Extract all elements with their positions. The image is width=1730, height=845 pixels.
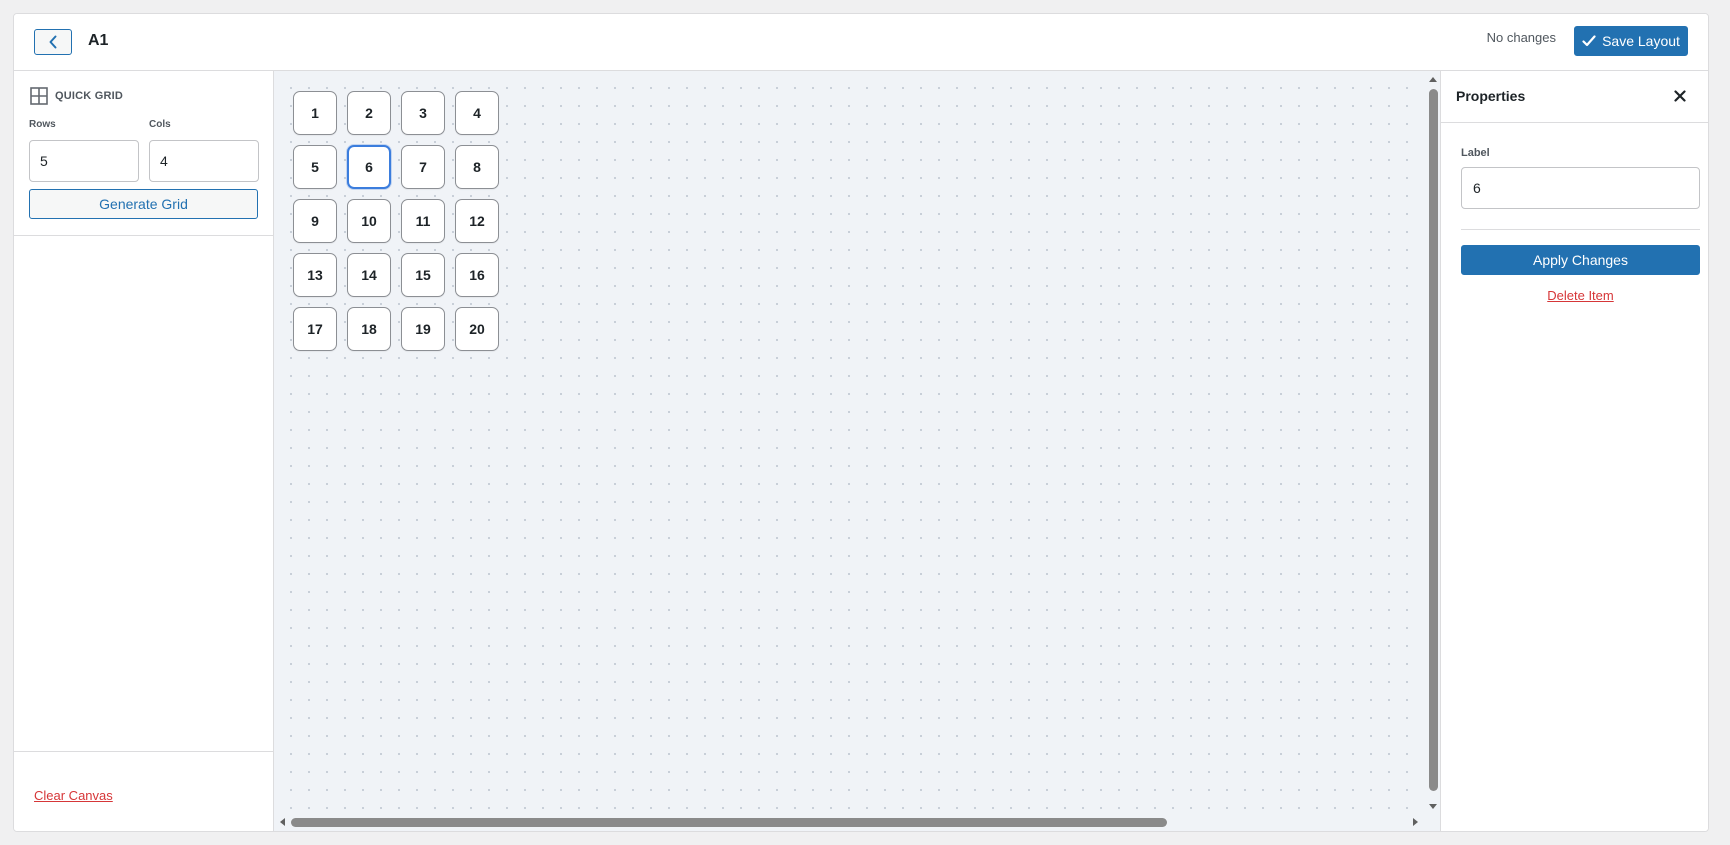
grid-item[interactable]: 18 xyxy=(347,307,391,351)
top-bar: A1 No changes Save Layout xyxy=(14,14,1708,71)
grid-item[interactable]: 3 xyxy=(401,91,445,135)
grid-item[interactable]: 12 xyxy=(455,199,499,243)
close-icon xyxy=(1674,90,1686,102)
grid-icon xyxy=(30,87,48,105)
canvas[interactable]: 1 2 3 4 5 6 7 8 9 10 11 12 13 14 15 16 17 18 19 20 xyxy=(274,71,1424,815)
save-status: No changes xyxy=(1486,30,1556,45)
checkmark-icon xyxy=(1582,35,1596,47)
grid-item[interactable]: 7 xyxy=(401,145,445,189)
label-input[interactable] xyxy=(1461,167,1700,209)
scroll-down-arrow-icon[interactable] xyxy=(1429,804,1437,809)
sidebar-divider xyxy=(14,235,273,236)
horizontal-scrollbar[interactable] xyxy=(274,813,1424,831)
grid-item[interactable]: 2 xyxy=(347,91,391,135)
quick-grid-title: QUICK GRID xyxy=(55,90,123,102)
sidebar-footer: Clear Canvas xyxy=(14,751,273,831)
canvas-viewport: 1 2 3 4 5 6 7 8 9 10 11 12 13 14 15 16 17 18 19 20 xyxy=(274,71,1442,831)
properties-divider xyxy=(1461,229,1700,230)
properties-panel: Properties Label Apply Changes Delete It… xyxy=(1440,71,1708,831)
save-layout-label: Save Layout xyxy=(1602,33,1680,49)
left-sidebar: QUICK GRID Rows Cols Generate Grid Clear… xyxy=(14,71,274,831)
layout-editor: A1 No changes Save Layout QUICK GRID Row… xyxy=(13,13,1709,832)
scroll-right-arrow-icon[interactable] xyxy=(1413,818,1418,826)
grid-item[interactable]: 8 xyxy=(455,145,499,189)
label-caption: Label xyxy=(1461,147,1490,159)
grid-item[interactable]: 17 xyxy=(293,307,337,351)
horizontal-scroll-thumb[interactable] xyxy=(291,818,1167,827)
grid-item[interactable]: 10 xyxy=(347,199,391,243)
grid-item[interactable]: 11 xyxy=(401,199,445,243)
scroll-up-arrow-icon[interactable] xyxy=(1429,77,1437,82)
rows-label: Rows xyxy=(29,119,56,130)
cols-input[interactable] xyxy=(149,140,259,182)
properties-title: Properties xyxy=(1456,88,1526,104)
grid-item[interactable]: 19 xyxy=(401,307,445,351)
close-properties-button[interactable] xyxy=(1670,86,1690,106)
rows-input[interactable] xyxy=(29,140,139,182)
delete-item-label[interactable]: Delete Item xyxy=(1547,288,1613,303)
cols-label: Cols xyxy=(149,119,171,130)
grid-item[interactable]: 5 xyxy=(293,145,337,189)
grid-item[interactable]: 1 xyxy=(293,91,337,135)
grid-item[interactable]: 20 xyxy=(455,307,499,351)
grid-item[interactable]: 6 xyxy=(347,145,391,189)
grid-item[interactable]: 9 xyxy=(293,199,337,243)
clear-canvas-link[interactable]: Clear Canvas xyxy=(34,788,113,803)
grid-items: 1 2 3 4 5 6 7 8 9 10 11 12 13 14 15 16 17 18 19 20 xyxy=(293,91,499,351)
save-layout-button[interactable]: Save Layout xyxy=(1574,26,1688,56)
grid-item[interactable]: 16 xyxy=(455,253,499,297)
grid-item[interactable]: 4 xyxy=(455,91,499,135)
scroll-left-arrow-icon[interactable] xyxy=(280,818,285,826)
grid-item[interactable]: 13 xyxy=(293,253,337,297)
apply-changes-button[interactable]: Apply Changes xyxy=(1461,245,1700,275)
properties-header: Properties xyxy=(1441,71,1708,123)
grid-item[interactable]: 14 xyxy=(347,253,391,297)
generate-grid-button[interactable]: Generate Grid xyxy=(29,189,258,219)
grid-item[interactable]: 15 xyxy=(401,253,445,297)
page-title: A1 xyxy=(88,32,109,49)
chevron-left-icon xyxy=(49,35,57,49)
quick-grid-header: QUICK GRID xyxy=(30,87,123,105)
back-button[interactable] xyxy=(34,29,72,55)
delete-item-link: Delete Item xyxy=(1461,288,1700,303)
vertical-scroll-thumb[interactable] xyxy=(1429,89,1438,791)
